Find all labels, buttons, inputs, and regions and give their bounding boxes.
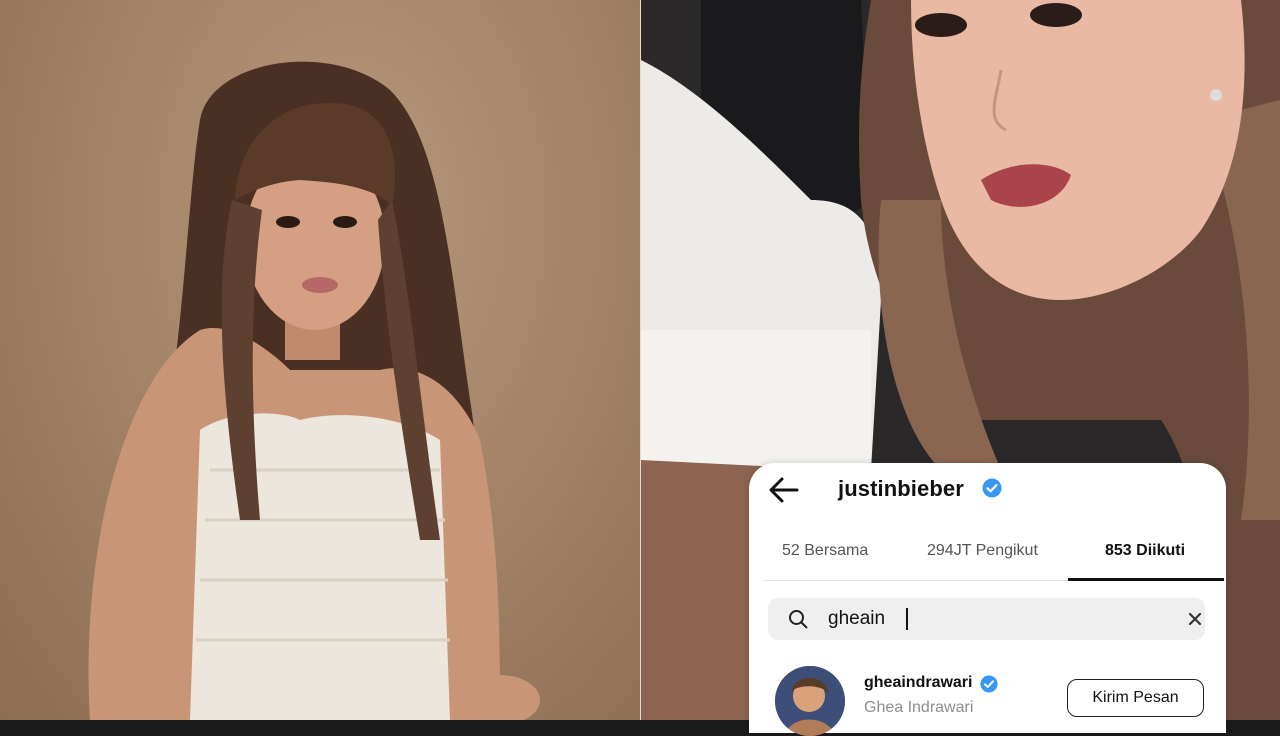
clear-icon[interactable] [1186,610,1204,628]
avatar-image [775,666,845,736]
send-message-button[interactable]: Kirim Pesan [1067,679,1204,717]
search-icon [789,610,808,629]
verified-badge-icon [982,478,1002,498]
profile-header: justinbieber [749,463,1226,513]
tab-mutual[interactable]: 52 Bersama [782,542,868,560]
instagram-following-card: justinbieber 52 Bersama 294JT Pengikut 8… [749,463,1226,736]
text-cursor [906,608,908,630]
list-item[interactable]: gheaindrawari Ghea Indrawari Kirim Pesan [749,661,1226,736]
back-arrow-icon[interactable] [767,475,801,505]
tab-following[interactable]: 853 Diikuti [1105,542,1185,560]
search-input[interactable] [828,598,1128,640]
result-username[interactable]: gheaindrawari [864,674,972,692]
avatar[interactable] [775,666,845,736]
result-full-name: Ghea Indrawari [864,699,974,716]
follow-tabs: 52 Bersama 294JT Pengikut 853 Diikuti [749,533,1226,583]
search-bar [768,598,1205,640]
verified-badge-icon [980,675,998,693]
active-tab-indicator [1068,578,1224,581]
tab-followers[interactable]: 294JT Pengikut [927,542,1038,560]
portrait-illustration-left [88,61,540,720]
profile-username: justinbieber [838,476,964,501]
left-photo [0,0,640,720]
